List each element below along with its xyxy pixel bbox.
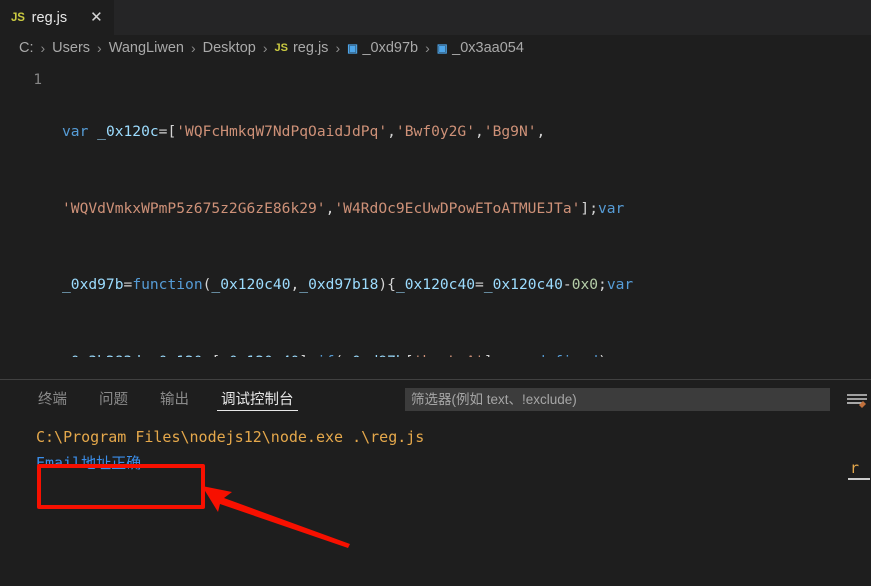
breadcrumb-label: _0xd97b	[362, 39, 419, 56]
breadcrumb-label: Desktop	[202, 39, 256, 56]
panel-tab-label: 调试控制台	[221, 392, 294, 408]
line-number: 1	[33, 72, 42, 88]
chevron-right-icon: ›	[40, 39, 46, 56]
panel-tab-label: 输出	[160, 392, 189, 408]
panel-tab-label: 终端	[38, 392, 67, 408]
close-icon[interactable]: ✕	[90, 10, 103, 25]
code-content[interactable]: var _0x120c=['WQFcHmkqW7NdPqOaidJdPq','B…	[62, 68, 871, 357]
breadcrumb-item-desktop[interactable]: Desktop	[203, 40, 256, 56]
debug-console-output[interactable]: C:\Program Files\nodejs12\node.exe .\reg…	[0, 417, 871, 586]
panel-tab-terminal[interactable]: 终端	[22, 380, 83, 417]
panel-tab-problems[interactable]: 问题	[83, 380, 144, 417]
breadcrumb-label: WangLiwen	[108, 39, 184, 56]
console-trailing-fragment: r	[848, 455, 870, 480]
javascript-file-icon: JS	[11, 11, 25, 24]
breadcrumb-item-symbol-0xd97b[interactable]: ▣ _0xd97b	[347, 40, 418, 56]
code-line: 'WQVdVmkxWPmP5z675z2G6zE86k29','W4RdOc9E…	[62, 199, 625, 217]
line-number-gutter: 1	[0, 68, 52, 94]
chevron-right-icon: ›	[97, 39, 102, 56]
breadcrumb-label: _0x3aa054	[452, 39, 524, 56]
breadcrumb-item-reg-js[interactable]: JS reg.js	[275, 40, 329, 56]
panel-tab-debug-console[interactable]: 调试控制台	[205, 380, 310, 417]
symbol-variable-icon: ▣	[436, 42, 448, 55]
breadcrumb-item-wangliwen[interactable]: WangLiwen	[109, 40, 184, 56]
code-line: _0x3b283d=_0x120c[_0x120c40];if(_0xd97b[…	[62, 349, 871, 358]
panel-tab-output[interactable]: 输出	[144, 380, 205, 417]
chevron-right-icon: ›	[190, 39, 196, 56]
panel-tab-bar: 终端 问题 输出 调试控制台	[0, 380, 871, 417]
breadcrumb-item-users[interactable]: Users	[52, 40, 90, 56]
code-line: _0xd97b=function(_0x120c40,_0xd97b18){_0…	[62, 276, 634, 293]
editor-tab-label: reg.js	[31, 9, 68, 26]
console-line-output: Email地址正确	[36, 454, 142, 472]
panel-tab-label: 问题	[99, 392, 128, 408]
breadcrumb-item-c[interactable]: C:	[19, 40, 34, 56]
chevron-right-icon: ›	[262, 39, 268, 56]
chevron-right-icon: ›	[425, 39, 430, 56]
vscode-window: JS reg.js ✕ C: › Users › WangLiwen › Des…	[0, 0, 871, 586]
bottom-panel: 终端 问题 输出 调试控制台 C:\Program	[0, 379, 871, 586]
breadcrumb-label: reg.js	[292, 39, 329, 56]
underline-decoration	[848, 478, 870, 480]
breadcrumb-item-symbol-0x3aa054[interactable]: ▣ _0x3aa054	[437, 40, 524, 56]
breadcrumb-label: C:	[19, 39, 34, 56]
javascript-file-icon: JS	[274, 41, 288, 54]
code-line: var _0x120c=['WQFcHmkqW7NdPqOaidJdPq','B…	[62, 123, 546, 140]
clear-console-icon[interactable]	[845, 392, 869, 408]
symbol-variable-icon: ▣	[347, 42, 358, 55]
code-editor[interactable]: 1 var _0x120c=['WQFcHmkqW7NdPqOaidJdPq',…	[0, 60, 871, 357]
editor-tab-reg-js[interactable]: JS reg.js ✕	[0, 0, 114, 35]
console-line-command: C:\Program Files\nodejs12\node.exe .\reg…	[36, 428, 425, 446]
filter-input[interactable]	[405, 388, 830, 411]
editor-tab-bar: JS reg.js ✕	[0, 0, 871, 35]
breadcrumb: C: › Users › WangLiwen › Desktop › JS re…	[0, 35, 871, 60]
breadcrumb-label: Users	[52, 39, 91, 56]
chevron-right-icon: ›	[335, 39, 341, 56]
